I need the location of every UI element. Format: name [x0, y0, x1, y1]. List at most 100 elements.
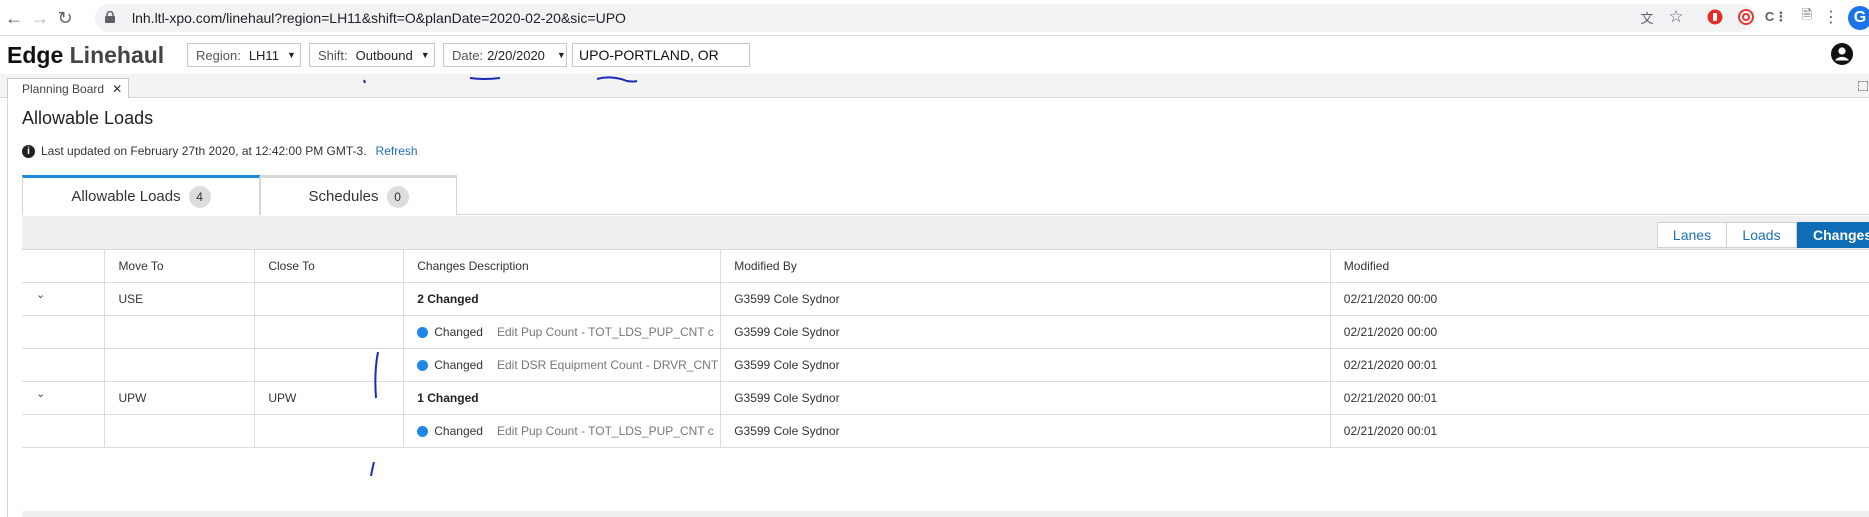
account-circle-icon[interactable] — [1830, 42, 1854, 66]
main-content: Allowable Loads i Last updated on Februa… — [7, 98, 1869, 517]
table-row[interactable]: Changed Edit Pup Count - TOT_LDS_PUP_CNT … — [22, 414, 1869, 448]
address-bar[interactable]: lnh.ltl-xpo.com/linehaul?region=LH11&shi… — [95, 4, 1755, 32]
move-to-cell: USE — [104, 282, 256, 316]
changes-description-cell: Changed Edit Pup Count - TOT_LDS_PUP_CNT … — [403, 414, 722, 448]
move-to-cell — [104, 348, 256, 382]
modified-by-cell: G3599 Cole Sydnor — [720, 414, 1331, 448]
modified-cell: 02/21/2020 00:01 — [1330, 348, 1869, 382]
back-icon[interactable]: ← — [3, 7, 25, 29]
tab-planning-board-label: Planning Board — [22, 81, 105, 96]
changes-table: Move To Close To Changes Description Mod… — [22, 250, 1869, 448]
close-to-cell — [254, 315, 405, 349]
status-dot-icon — [417, 359, 429, 371]
maximize-icon[interactable] — [1858, 81, 1868, 91]
table-row[interactable]: Changed Edit Pup Count - TOT_LDS_PUP_CNT … — [22, 315, 1869, 349]
browser-toolbar: ← → ↻ lnh.ltl-xpo.com/linehaul?region=LH… — [0, 0, 1869, 36]
date-picker[interactable]: Date: 2/20/2020 ▼ — [443, 43, 567, 67]
profile-avatar[interactable]: G — [1848, 6, 1869, 30]
page-title: Allowable Loads — [22, 108, 154, 128]
change-detail-text: Edit Pup Count - TOT_LDS_PUP_CNT c — [496, 324, 714, 339]
tab-schedules-label: Schedules — [308, 188, 379, 205]
date-value: 2/20/2020 — [487, 47, 545, 63]
move-to-cell — [104, 414, 256, 448]
changes-description-cell: Changed Edit DSR Equipment Count - DRVR_C… — [403, 348, 722, 382]
column-header-move-to[interactable]: Move To — [104, 250, 256, 283]
close-icon[interactable]: ✕ — [112, 82, 122, 96]
close-to-cell — [254, 414, 405, 448]
count-badge: 0 — [386, 185, 409, 208]
tab-planning-board[interactable]: Planning Board ✕ — [7, 78, 130, 98]
column-header-modified-by[interactable]: Modified By — [720, 250, 1331, 283]
column-header-expand — [22, 250, 106, 283]
count-badge: 4 — [188, 185, 211, 208]
modified-cell: 02/21/2020 00:00 — [1330, 315, 1869, 349]
close-to-cell: UPW — [254, 381, 405, 415]
change-detail-text: Edit DSR Equipment Count - DRVR_CNT — [496, 357, 719, 372]
region-value: LH11 — [248, 47, 279, 63]
close-to-cell — [254, 282, 405, 316]
document-extension-icon[interactable]: 🗎 — [1798, 7, 1816, 26]
lanes-button[interactable]: Lanes — [1657, 222, 1727, 248]
chevron-down-icon[interactable]: ⌄ — [36, 288, 45, 301]
status-dot-icon — [417, 425, 429, 437]
refresh-link[interactable]: Refresh — [376, 144, 418, 158]
modified-cell: 02/21/2020 00:01 — [1330, 381, 1869, 415]
loads-button[interactable]: Loads — [1726, 222, 1797, 248]
modified-by-cell: G3599 Cole Sydnor — [720, 315, 1331, 349]
close-to-cell — [254, 348, 405, 382]
url-text: lnh.ltl-xpo.com/linehaul?region=LH11&shi… — [132, 10, 626, 26]
caret-down-icon: ▼ — [286, 50, 296, 60]
adblock-extension-icon[interactable] — [1706, 8, 1724, 26]
changes-summary-cell: 1 Changed — [403, 381, 722, 415]
change-detail-text: Edit Pup Count - TOT_LDS_PUP_CNT c — [496, 423, 714, 438]
content-tabs: Allowable Loads 4 Schedules 0 — [22, 175, 1869, 215]
lock-icon — [105, 11, 115, 23]
column-header-changes-description[interactable]: Changes Description — [403, 250, 722, 283]
app-header: Edge Linehaul Region: LH11 ▼ Shift: Outb… — [0, 36, 1869, 74]
caret-down-icon: ▼ — [420, 50, 430, 60]
shift-value: Outbound — [355, 47, 413, 63]
modified-by-cell: G3599 Cole Sydnor — [720, 348, 1331, 382]
tab-allowable-loads-label: Allowable Loads — [71, 188, 181, 205]
table-row[interactable]: Changed Edit DSR Equipment Count - DRVR_C… — [22, 348, 1869, 382]
app-brand: Edge Linehaul — [7, 42, 164, 69]
region-select[interactable]: Region: LH11 ▼ — [187, 43, 301, 67]
code-extension-icon[interactable]: C⋮ — [1765, 8, 1787, 26]
changes-button[interactable]: Changes — [1797, 222, 1869, 248]
table-row[interactable]: ⌄ USE 2 Changed G3599 Cole Sydnor 02/21/… — [22, 282, 1869, 316]
move-to-cell: UPW — [104, 381, 256, 415]
status-label: Changed — [434, 357, 483, 372]
site-input[interactable]: UPO-PORTLAND, OR — [572, 43, 750, 67]
info-icon: i — [22, 144, 35, 158]
column-header-modified[interactable]: Modified — [1330, 250, 1869, 283]
column-header-close-to[interactable]: Close To — [254, 250, 405, 283]
status-label: Changed — [434, 324, 483, 339]
table-footer-area — [22, 511, 1869, 517]
last-updated-row: i Last updated on February 27th 2020, at… — [22, 144, 418, 158]
chevron-down-icon[interactable]: ⌄ — [36, 387, 45, 400]
shift-select[interactable]: Shift: Outbound ▼ — [309, 43, 435, 67]
region-label: Region: — [196, 47, 241, 63]
tab-schedules[interactable]: Schedules 0 — [260, 175, 457, 215]
brand-linehaul: Linehaul — [63, 42, 165, 68]
changes-description-cell: Changed Edit Pup Count - TOT_LDS_PUP_CNT … — [403, 315, 722, 349]
forward-icon[interactable]: → — [29, 7, 51, 29]
caret-down-icon: ▼ — [556, 50, 566, 60]
shift-label: Shift: — [318, 47, 348, 63]
brand-edge: Edge — [7, 42, 64, 68]
modified-cell: 02/21/2020 00:01 — [1330, 414, 1869, 448]
workspace-tab-strip: Planning Board ✕ — [0, 74, 1869, 98]
date-label: Date: — [452, 47, 484, 63]
menu-dots-icon[interactable]: ⋮ — [1822, 8, 1840, 26]
status-label: Changed — [434, 423, 483, 438]
target-extension-icon[interactable] — [1737, 8, 1755, 26]
last-updated-text: Last updated on February 27th 2020, at 1… — [41, 144, 367, 158]
reload-icon[interactable]: ↻ — [54, 7, 76, 29]
move-to-cell — [104, 315, 256, 349]
translate-icon[interactable]: 文 — [1638, 8, 1656, 26]
tab-allowable-loads[interactable]: Allowable Loads 4 — [22, 175, 260, 215]
bookmark-star-icon[interactable]: ☆ — [1667, 7, 1685, 26]
table-row[interactable]: ⌄ UPW UPW 1 Changed G3599 Cole Sydnor 02… — [22, 381, 1869, 415]
view-toolbar: Lanes Loads Changes — [22, 216, 1869, 250]
modified-by-cell: G3599 Cole Sydnor — [720, 381, 1331, 415]
